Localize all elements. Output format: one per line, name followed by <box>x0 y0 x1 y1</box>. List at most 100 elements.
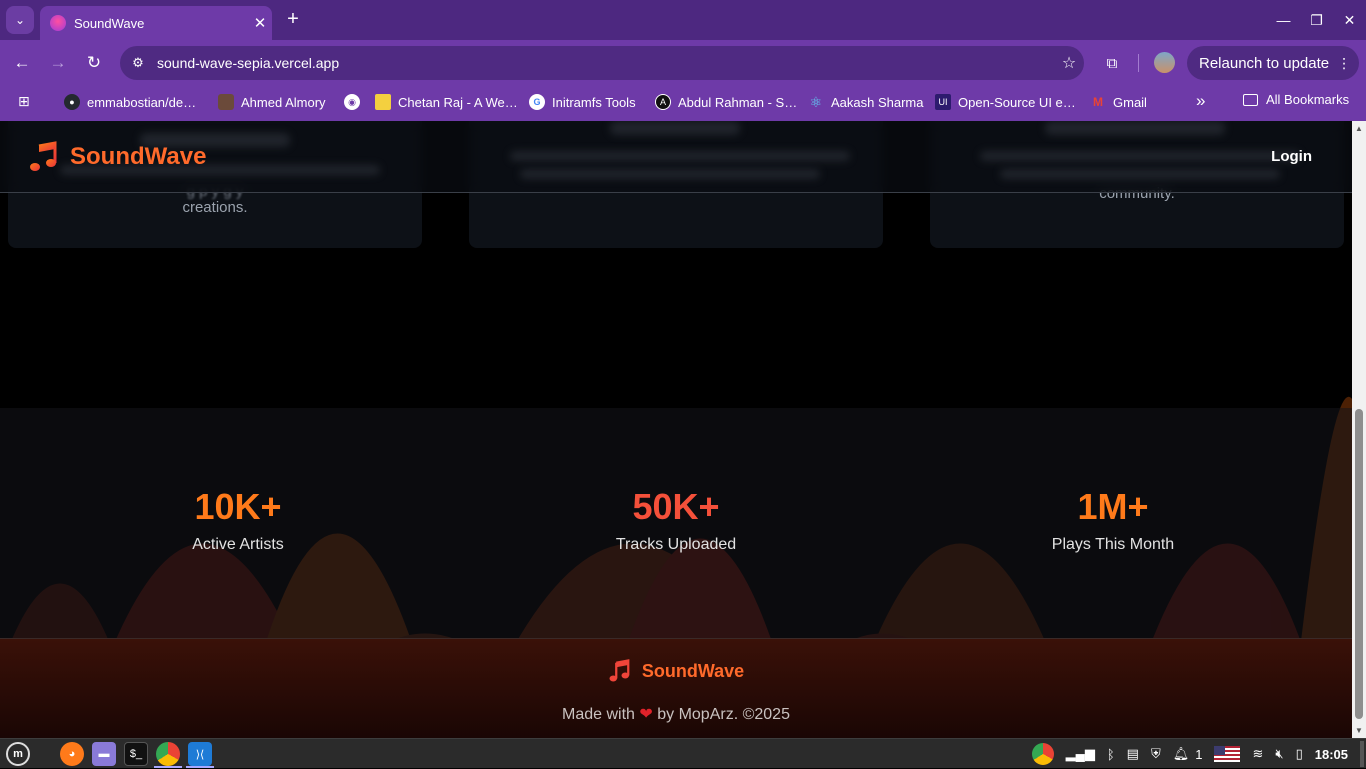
bookmark-aakash-sharma[interactable]: ⚛ Aakash Sharma <box>808 92 924 112</box>
bookmark-label: Ahmed Almory <box>241 94 326 110</box>
files-folder-icon[interactable]: ▬ <box>92 742 116 766</box>
stat-active-artists: 10K+ Active Artists <box>88 486 388 554</box>
wifi-icon[interactable]: ≋ <box>1252 746 1263 762</box>
us-flag-keyboard-layout-icon[interactable] <box>1214 746 1241 762</box>
relaunch-button[interactable]: Relaunch to update ⋮ <box>1187 46 1359 80</box>
stat-tracks-uploaded: 50K+ Tracks Uploaded <box>526 486 826 554</box>
bookmark-abdul-rahman[interactable]: A Abdul Rahman - S… <box>655 92 797 112</box>
all-bookmarks-button[interactable]: All Bookmarks <box>1243 92 1349 107</box>
bookmark-star-icon[interactable]: ☆ <box>1054 53 1084 73</box>
notification-count: 1 <box>1195 746 1203 762</box>
bookmark-emmabostian[interactable]: ● emmabostian/de… <box>64 92 196 112</box>
volume-muted-icon[interactable]: 🔇︎ <box>1275 746 1283 762</box>
bookmark-label: Open-Source UI e… <box>958 94 1076 110</box>
stat-plays-this-month: 1M+ Plays This Month <box>963 486 1263 554</box>
brand-name: SoundWave <box>70 143 207 170</box>
gmail-icon: M <box>1093 95 1103 109</box>
react-atom-icon: ⚛ <box>809 93 823 110</box>
stat-value: 50K+ <box>632 486 720 527</box>
browser-toolbar: ← → ↻ ⚙ sound-wave-sepia.vercel.app ☆ ⧉ … <box>0 40 1366 86</box>
bookmark-open-source-ui[interactable]: UI Open-Source UI e… <box>935 92 1076 112</box>
bookmarks-bar: ⊞ ● emmabostian/de… Ahmed Almory ◉ Cheta… <box>0 86 1366 121</box>
profile-avatar[interactable] <box>1154 52 1175 73</box>
new-tab-button[interactable]: + <box>282 8 304 30</box>
brand-logo[interactable]: SoundWave <box>28 141 206 173</box>
stats-section: 10K+ Active Artists 50K+ Tracks Uploaded… <box>0 408 1352 638</box>
site-info-icon[interactable]: ⚙ <box>124 55 152 71</box>
network-bars-icon[interactable]: ▂▄▆ <box>1066 746 1095 762</box>
blurred-card-text <box>980 151 1300 161</box>
minimize-button[interactable]: — <box>1267 0 1300 40</box>
show-desktop-button[interactable] <box>1360 741 1364 767</box>
terminal-icon[interactable]: $_ <box>124 742 148 766</box>
scroll-up-arrow-icon[interactable]: ▲ <box>1355 124 1363 133</box>
bookmark-chetan-raj[interactable]: Chetan Raj - A We… <box>375 92 518 112</box>
notifications-icon[interactable]: 🔔︎ 1 <box>1173 746 1203 762</box>
tab-close-icon[interactable]: ✕ <box>248 14 272 32</box>
maximize-button[interactable]: ❐ <box>1300 0 1333 40</box>
blurred-card-text <box>520 169 820 179</box>
os-taskbar: m ◕ ▬ $_ ⟩⟨ ▂▄▆ ᛒ ▤ ⛨ 🔔︎ 1 ≋ 🔇︎ ▯ 18:05 <box>0 738 1366 768</box>
mint-menu-icon[interactable]: m <box>6 742 30 766</box>
globe-icon: ◉ <box>344 94 360 110</box>
yellow-square-icon <box>375 94 391 110</box>
bluetooth-icon[interactable]: ᛒ <box>1107 747 1115 762</box>
credit-prefix: Made with <box>562 706 635 723</box>
soundwave-favicon-icon <box>50 15 66 31</box>
tab-strip: ⌄ SoundWave ✕ + — ❐ ✕ <box>0 0 1366 40</box>
bookmark-globe[interactable]: ◉ <box>344 92 367 112</box>
bookmark-gmail[interactable]: M Gmail <box>1090 92 1147 112</box>
bookmark-initramfs[interactable]: G Initramfs Tools <box>529 92 636 112</box>
stat-label: Plays This Month <box>1051 536 1175 553</box>
browser-chrome: ⌄ SoundWave ✕ + — ❐ ✕ ← → ↻ ⚙ sound-wave… <box>0 0 1366 121</box>
tab-soundwave[interactable]: SoundWave ✕ <box>40 6 272 40</box>
scrollbar-thumb[interactable] <box>1355 409 1363 719</box>
music-note-icon <box>30 141 57 171</box>
footer-brand[interactable]: SoundWave <box>0 659 1352 683</box>
blurred-card-heading <box>1045 121 1225 135</box>
stat-label: Active Artists <box>192 536 284 553</box>
all-bookmarks-label: All Bookmarks <box>1266 92 1350 107</box>
back-button[interactable]: ← <box>9 50 35 76</box>
tab-search-button[interactable]: ⌄ <box>6 6 34 34</box>
battery-icon[interactable]: ▯ <box>1296 746 1303 762</box>
chrome-icon[interactable] <box>156 742 180 766</box>
chrome-tray-icon[interactable] <box>1031 743 1054 765</box>
forward-button[interactable]: → <box>45 50 71 76</box>
shield-icon[interactable]: ⛨ <box>1151 746 1161 762</box>
site-footer: SoundWave Made with ❤ by MopArz. ©2025 <box>0 638 1352 738</box>
window-controls: — ❐ ✕ <box>1267 0 1366 40</box>
blurred-card-heading <box>610 121 740 135</box>
card-text: creations. <box>182 199 248 216</box>
apps-grid-icon[interactable]: ⊞ <box>18 93 34 109</box>
scroll-down-arrow-icon[interactable]: ▼ <box>1355 726 1363 735</box>
more-menu-icon[interactable]: ⋮ <box>1337 55 1351 72</box>
extensions-puzzle-icon[interactable]: ⧉ <box>1100 51 1124 75</box>
bookmark-label: Aakash Sharma <box>831 94 924 110</box>
site-navbar: SoundWave Login <box>0 121 1352 193</box>
stat-label: Tracks Uploaded <box>615 536 737 553</box>
system-tray: ▂▄▆ ᛒ ▤ ⛨ 🔔︎ 1 ≋ 🔇︎ ▯ 18:05 <box>1031 739 1366 769</box>
reload-button[interactable]: ↻ <box>81 50 107 76</box>
blurred-card-text <box>510 151 850 161</box>
vscode-icon[interactable]: ⟩⟨ <box>188 742 212 766</box>
blurred-card-text <box>1000 169 1280 179</box>
credit-suffix: by MopArz. ©2025 <box>657 706 790 723</box>
letter-a-icon: A <box>655 94 671 110</box>
page-viewport: g p y g y creations. community. <box>0 121 1352 738</box>
url-text[interactable]: sound-wave-sepia.vercel.app <box>157 55 1054 71</box>
tab-title: SoundWave <box>74 15 145 31</box>
address-bar[interactable]: ⚙ sound-wave-sepia.vercel.app ☆ <box>120 46 1084 80</box>
login-link[interactable]: Login <box>1271 148 1312 165</box>
clock[interactable]: 18:05 <box>1315 747 1348 762</box>
bookmark-ahmed-almory[interactable]: Ahmed Almory <box>218 92 326 112</box>
page-scrollbar[interactable]: ▲ ▼ <box>1352 121 1366 738</box>
toolbar-divider <box>1138 54 1139 72</box>
firefox-icon[interactable]: ◕ <box>60 742 84 766</box>
google-icon: G <box>529 94 545 110</box>
heart-icon: ❤ <box>639 706 653 723</box>
close-window-button[interactable]: ✕ <box>1333 0 1366 40</box>
stat-value: 10K+ <box>194 486 282 527</box>
clipboard-icon[interactable]: ▤ <box>1127 746 1139 762</box>
bookmarks-overflow-chevron-icon[interactable]: » <box>1196 91 1205 111</box>
